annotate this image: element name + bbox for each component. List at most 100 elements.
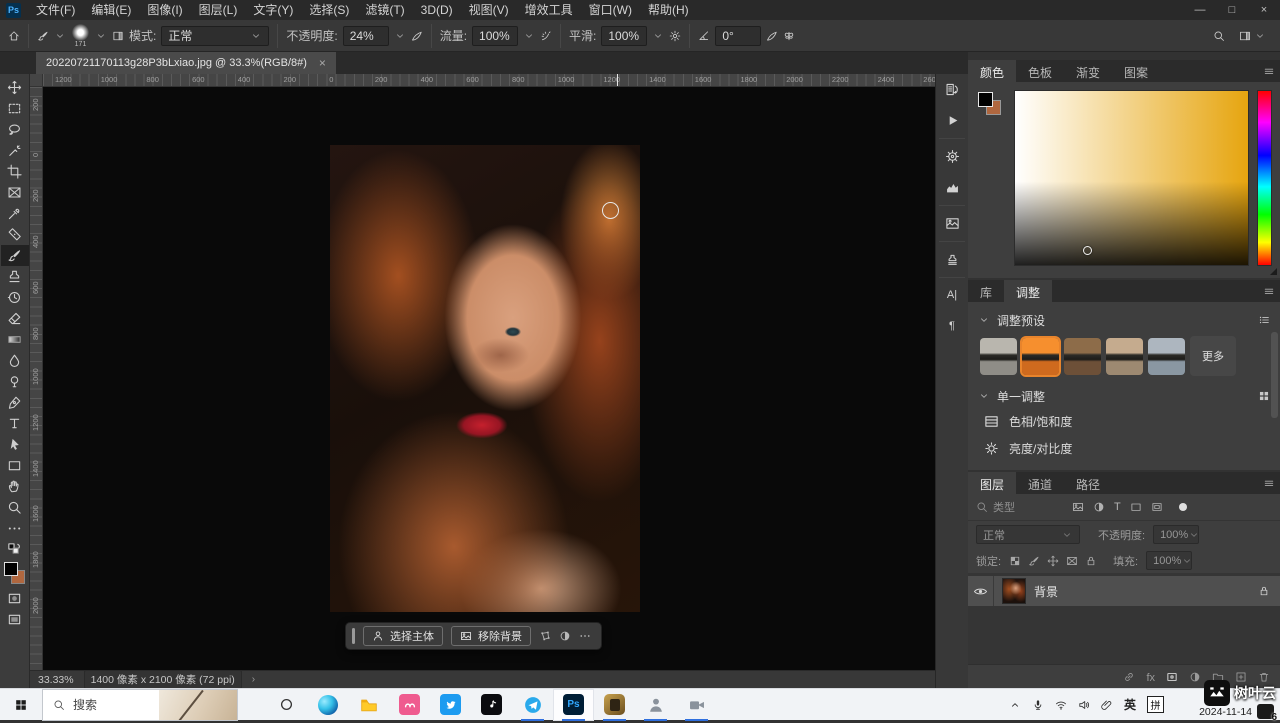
brush-tool-preset-icon[interactable] <box>37 30 49 42</box>
menu-item-7[interactable]: 3D(D) <box>413 0 461 20</box>
type-tool[interactable] <box>1 413 29 434</box>
ime-mode-indicator[interactable]: 拼 <box>1147 696 1164 713</box>
ruler-corner[interactable] <box>30 74 43 87</box>
ime-language-indicator[interactable]: 英 <box>1124 696 1136 713</box>
adjustment-preset-2[interactable] <box>1064 338 1101 375</box>
close-tab-icon[interactable]: × <box>319 56 326 70</box>
layer-fill-field[interactable]: 100% <box>1146 551 1192 570</box>
frame-tool[interactable] <box>1 182 29 203</box>
saturation-brightness-field[interactable] <box>1014 90 1249 266</box>
screen-mode[interactable] <box>1 609 29 630</box>
filter-toggle-icon[interactable] <box>1179 503 1187 511</box>
brush-tool[interactable] <box>1 245 29 266</box>
filter-smartobj-icon[interactable] <box>1151 501 1163 513</box>
start-button[interactable] <box>0 689 42 721</box>
crop-tool[interactable] <box>1 161 29 182</box>
single-adjustments-section[interactable]: 单一调整 <box>978 384 1270 408</box>
foreground-color-swatch[interactable] <box>978 92 993 107</box>
actions-button[interactable] <box>936 105 968 136</box>
person-app-button[interactable] <box>635 689 676 721</box>
lock-move-icon[interactable] <box>1047 555 1059 567</box>
zoom-level[interactable]: 33.33% <box>38 674 74 686</box>
menu-item-6[interactable]: 滤镜(T) <box>357 0 412 20</box>
toolbar-more[interactable] <box>1 518 29 539</box>
color-tab-颜色[interactable]: 颜色 <box>968 60 1016 82</box>
zoom-tool[interactable] <box>1 497 29 518</box>
layer-filter-type[interactable]: 类型 <box>976 499 1062 515</box>
taskbar-search-box[interactable]: 搜索 <box>42 689 238 721</box>
layer-thumbnail[interactable] <box>1002 578 1026 604</box>
list-view-icon[interactable] <box>1258 314 1270 326</box>
adjustment-presets-section[interactable]: 调整预设 <box>978 308 1270 332</box>
blend-mode-select[interactable]: 正常 <box>161 26 269 46</box>
close-button[interactable]: × <box>1248 0 1280 20</box>
adjustments-icon[interactable] <box>559 630 571 642</box>
color-swatches[interactable] <box>976 90 1006 266</box>
more-presets-button[interactable]: 更多 <box>1190 336 1236 376</box>
photo-portrait[interactable] <box>330 145 640 612</box>
layers-tab-图层[interactable]: 图层 <box>968 472 1016 494</box>
chevron-down-icon[interactable] <box>978 314 990 326</box>
file-explorer-button[interactable] <box>348 689 389 721</box>
move-tool[interactable] <box>1 77 29 98</box>
link-layers-button[interactable] <box>1123 671 1135 683</box>
blur-tool[interactable] <box>1 350 29 371</box>
restore-button[interactable]: □ <box>1216 0 1248 20</box>
panel-resize-grip[interactable] <box>1270 268 1277 275</box>
dodge-tool[interactable] <box>1 371 29 392</box>
chevron-down-icon[interactable] <box>1254 30 1266 42</box>
menu-item-0[interactable]: 文件(F) <box>28 0 83 20</box>
history-brush-tool[interactable] <box>1 287 29 308</box>
search-highlight-image[interactable] <box>159 690 237 720</box>
eyedropper-tool[interactable] <box>1 203 29 224</box>
shape-tool[interactable] <box>1 455 29 476</box>
transform-icon[interactable] <box>539 630 551 642</box>
pink-app-button[interactable] <box>389 689 430 721</box>
notification-icon[interactable]: 6 <box>1257 704 1274 719</box>
filter-type-icon[interactable]: T <box>1114 501 1121 513</box>
add-mask-button[interactable] <box>1166 671 1178 683</box>
photoshop-button[interactable]: Ps <box>553 689 594 721</box>
menu-item-11[interactable]: 帮助(H) <box>640 0 697 20</box>
adjustment-preset-0[interactable] <box>980 338 1017 375</box>
adjustment-item[interactable]: 色相/饱和度 <box>978 408 1270 435</box>
navigator-button[interactable] <box>936 141 968 172</box>
chevron-down-icon[interactable] <box>652 30 664 42</box>
filter-image-pic-icon[interactable] <box>1072 501 1084 513</box>
adjustments-tab-库[interactable]: 库 <box>968 280 1004 302</box>
lock-frame-icon[interactable] <box>1066 555 1078 567</box>
brush-size-preview[interactable]: 171 <box>72 24 89 48</box>
drag-handle[interactable] <box>352 628 355 644</box>
lasso-tool[interactable] <box>1 119 29 140</box>
scrollbar[interactable] <box>1271 332 1278 418</box>
telegram-button[interactable] <box>512 689 553 721</box>
twitter-button[interactable] <box>430 689 471 721</box>
panel-menu-icon[interactable] <box>1263 285 1275 297</box>
taskbar-date[interactable]: 2024-11-14 <box>1199 706 1252 718</box>
layer-opacity-field[interactable]: 100% <box>1153 525 1199 544</box>
libraries-button[interactable] <box>936 208 968 239</box>
menu-item-5[interactable]: 选择(S) <box>301 0 357 20</box>
layer-style-button[interactable]: fx <box>1146 668 1155 686</box>
vertical-ruler[interactable]: 2000200400600800100012001400160018002000 <box>30 87 43 670</box>
adjustment-item[interactable]: 亮度/对比度 <box>978 435 1270 462</box>
lock-brush-icon[interactable] <box>1028 555 1040 567</box>
ime-tool-icon[interactable] <box>1101 699 1113 711</box>
menu-item-1[interactable]: 编辑(E) <box>83 0 139 20</box>
clone-stamp-tool[interactable] <box>1 266 29 287</box>
new-adjustment-layer-button[interactable] <box>1189 671 1201 683</box>
hand-tool[interactable] <box>1 476 29 497</box>
document-tab[interactable]: 20220721170113g28P3bLxiao.jpg @ 33.3%(RG… <box>36 52 336 74</box>
filter-rect-tool-icon[interactable] <box>1130 501 1142 513</box>
quick-selection-tool[interactable] <box>1 140 29 161</box>
toggle-brush-panel-icon[interactable] <box>112 30 124 42</box>
chevron-down-icon[interactable] <box>54 30 66 42</box>
adjustment-preset-3[interactable] <box>1106 338 1143 375</box>
eraser-tool[interactable] <box>1 308 29 329</box>
color-field-marker[interactable] <box>1083 246 1092 255</box>
color-tab-渐变[interactable]: 渐变 <box>1064 60 1112 82</box>
layer-blend-mode-select[interactable]: 正常 <box>976 525 1080 544</box>
workspace-switcher-icon[interactable] <box>1239 30 1251 42</box>
tiktok-button[interactable] <box>471 689 512 721</box>
lock-lock-icon[interactable] <box>1085 555 1097 567</box>
